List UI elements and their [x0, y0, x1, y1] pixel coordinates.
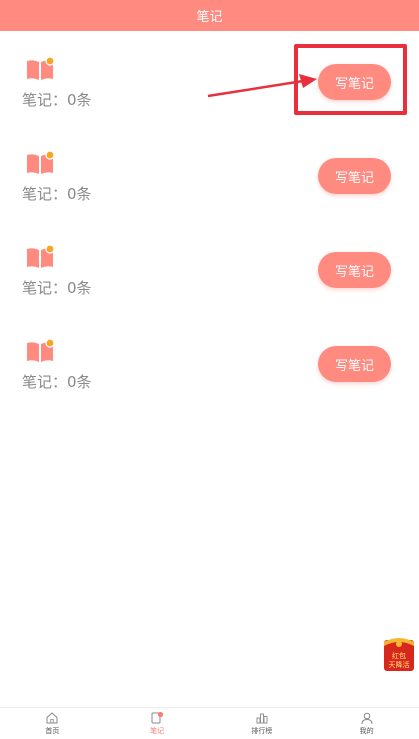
red-envelope-promo[interactable]: 红包 天降活	[383, 636, 415, 672]
red-envelope-icon: 红包 天降活	[384, 638, 414, 671]
notes-list: 笔记：0条 写笔记 笔记：0条 写笔记 笔记：0条 写笔记 笔记：0条 写笔记	[0, 31, 419, 407]
note-row: 笔记：0条 写笔记	[0, 31, 419, 125]
tab-home[interactable]: 首页	[0, 708, 105, 739]
tab-label: 排行榜	[251, 727, 273, 735]
note-count: 笔记：0条	[22, 373, 92, 391]
bottom-tab-bar: 首页 笔记 排行榜 我的	[0, 707, 419, 739]
write-note-button[interactable]: 写笔记	[318, 252, 391, 288]
note-row: 笔记：0条 写笔记	[0, 125, 419, 219]
promo-line1: 红包	[392, 651, 406, 660]
note-row: 笔记：0条 写笔记	[0, 313, 419, 407]
note-count: 笔记：0条	[22, 91, 92, 109]
note-icon	[151, 711, 164, 724]
write-note-button[interactable]: 写笔记	[318, 158, 391, 194]
home-icon	[46, 712, 58, 724]
page-title: 笔记	[196, 10, 223, 25]
tab-label: 首页	[45, 727, 60, 735]
write-note-button[interactable]: 写笔记	[318, 64, 391, 100]
header-bar: 笔记	[0, 0, 419, 31]
tab-notes[interactable]: 笔记	[105, 708, 210, 739]
note-count: 笔记：0条	[22, 279, 92, 297]
book-icon	[27, 56, 55, 80]
ranking-icon	[256, 713, 268, 724]
write-note-button[interactable]: 写笔记	[318, 346, 391, 382]
tab-profile[interactable]: 我的	[314, 708, 419, 739]
note-count: 笔记：0条	[22, 185, 92, 203]
tab-label: 我的	[359, 727, 374, 735]
book-icon	[27, 244, 55, 268]
notes-screen: 笔记 笔记：0条 写笔记 笔记：0条 写笔记 笔记：0条 写笔记 笔记：0条 写…	[0, 0, 419, 739]
note-row: 笔记：0条 写笔记	[0, 219, 419, 313]
profile-icon	[361, 712, 373, 725]
book-icon	[27, 150, 55, 174]
book-icon	[27, 338, 55, 362]
tab-label: 笔记	[150, 727, 165, 735]
tab-ranking[interactable]: 排行榜	[210, 708, 315, 739]
promo-line2: 天降活	[389, 660, 410, 669]
